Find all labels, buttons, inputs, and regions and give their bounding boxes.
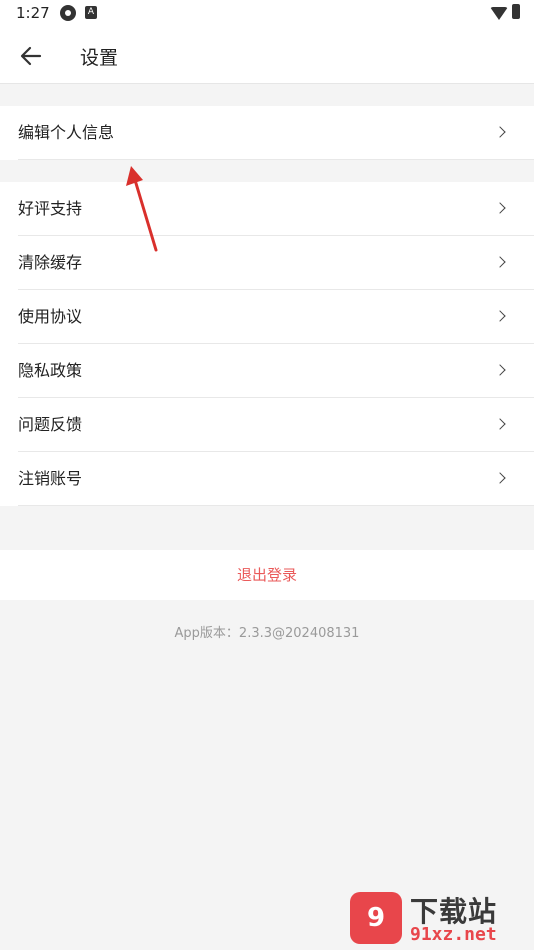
page-title: 设置: [80, 47, 119, 69]
chevron-right-icon: [494, 256, 506, 268]
status-bar: 1:27 A: [0, 0, 534, 28]
user-agreement-item[interactable]: 使用协议: [0, 290, 534, 344]
header: 设置: [0, 28, 534, 84]
notification-icon: [60, 5, 76, 21]
version-text: App版本：2.3.3@202408131: [174, 626, 360, 641]
rate-support-item[interactable]: 好评支持: [0, 182, 534, 236]
battery-icon: [512, 4, 520, 19]
delete-account-item[interactable]: 注销账号: [0, 452, 534, 506]
watermark-site: 91xz.net: [410, 924, 497, 945]
user-agreement-label: 使用协议: [18, 307, 83, 326]
chevron-right-icon: [494, 310, 506, 322]
divider: [18, 159, 534, 160]
chevron-right-icon: [494, 418, 506, 430]
edit-profile-item[interactable]: 编辑个人信息: [0, 106, 534, 160]
watermark-logo-icon: 9: [350, 892, 402, 944]
chevron-right-icon: [494, 126, 506, 138]
chevron-right-icon: [494, 202, 506, 214]
watermark: 9 下载站 91xz.net: [350, 888, 528, 948]
rate-support-label: 好评支持: [18, 199, 83, 218]
delete-account-label: 注销账号: [18, 469, 83, 488]
chevron-right-icon: [494, 364, 506, 376]
annotation-arrow-icon: [126, 166, 158, 252]
logout-button[interactable]: 退出登录: [0, 550, 534, 600]
feedback-item[interactable]: 问题反馈: [0, 398, 534, 452]
clear-cache-item[interactable]: 清除缓存: [0, 236, 534, 290]
wifi-icon: [490, 7, 508, 20]
privacy-policy-label: 隐私政策: [18, 361, 83, 380]
status-time: 1:27: [16, 4, 50, 22]
privacy-policy-item[interactable]: 隐私政策: [0, 344, 534, 398]
edit-profile-label: 编辑个人信息: [18, 123, 115, 142]
clear-cache-label: 清除缓存: [18, 253, 83, 272]
back-arrow-icon[interactable]: [20, 45, 42, 67]
feedback-label: 问题反馈: [18, 415, 83, 434]
a-icon: A: [85, 6, 97, 19]
chevron-right-icon: [494, 472, 506, 484]
profile-group: 编辑个人信息: [0, 106, 534, 160]
logout-label: 退出登录: [236, 566, 297, 584]
settings-group: 好评支持 清除缓存 使用协议 隐私政策 问题反馈 注销账号: [0, 182, 534, 506]
divider: [18, 505, 534, 506]
